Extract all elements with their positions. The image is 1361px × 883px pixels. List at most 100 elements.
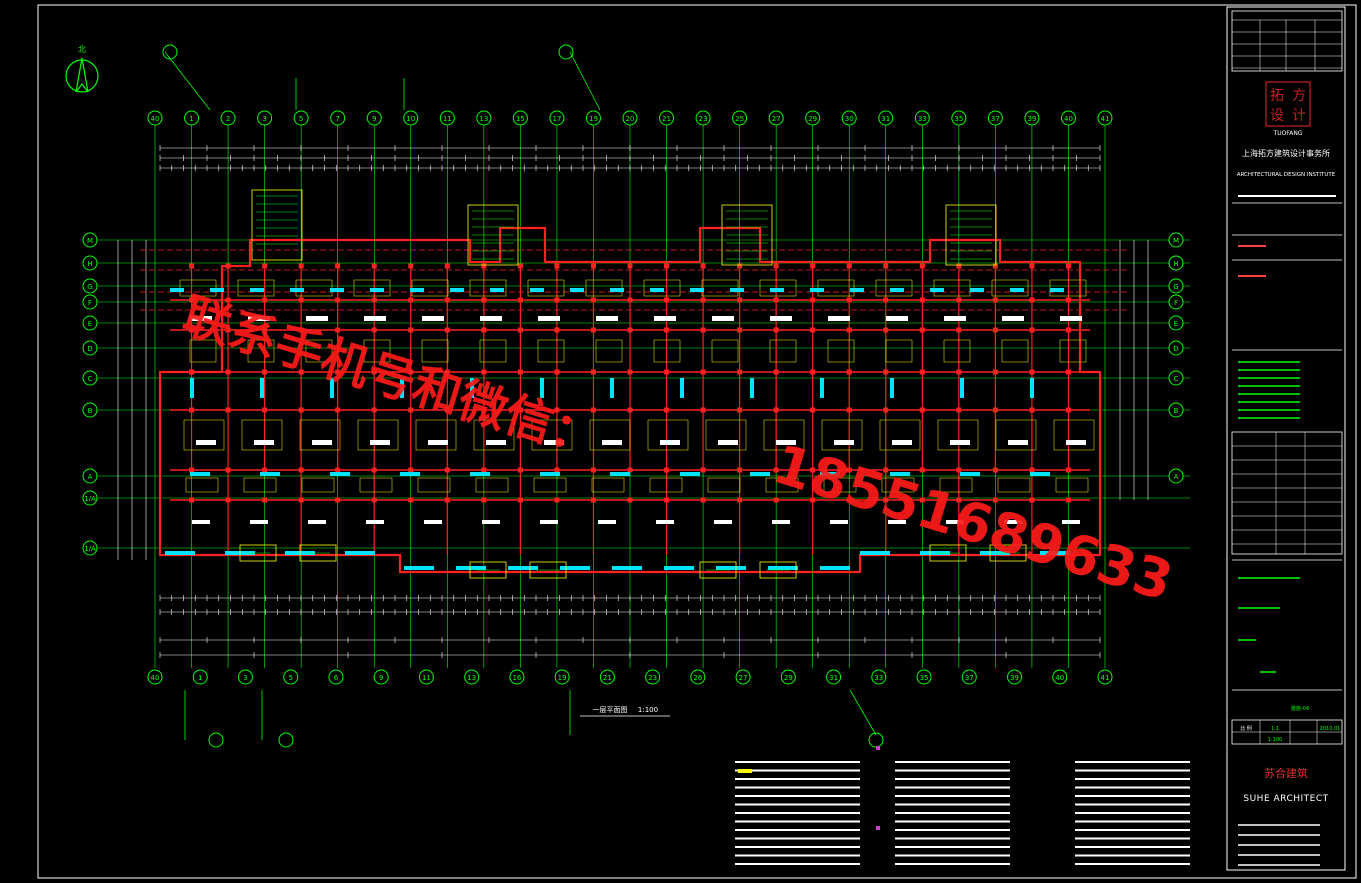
- fixture-outline: [711, 339, 739, 363]
- fixture-outline: [1053, 419, 1095, 451]
- column: [262, 407, 268, 413]
- column: [700, 263, 706, 269]
- axis-label-left: 1/A: [84, 545, 96, 553]
- column: [1065, 407, 1071, 413]
- column: [1029, 327, 1035, 333]
- column: [408, 467, 414, 473]
- axis-label-top: 1: [189, 115, 193, 123]
- column: [298, 407, 304, 413]
- room-label-tag: [538, 316, 560, 321]
- column: [956, 327, 962, 333]
- window: [330, 288, 344, 292]
- column: [335, 297, 341, 303]
- window: [290, 288, 304, 292]
- window: [250, 288, 264, 292]
- axis-label-bottom: 40: [1055, 674, 1064, 682]
- axis-label-right: B: [1174, 407, 1179, 415]
- window: [530, 288, 544, 292]
- column: [956, 467, 962, 473]
- column: [919, 327, 925, 333]
- column: [919, 297, 925, 303]
- fixture-outline: [591, 477, 625, 493]
- column: [189, 263, 195, 269]
- window: [410, 288, 424, 292]
- window: [820, 566, 850, 570]
- column: [262, 263, 268, 269]
- window: [610, 472, 630, 476]
- column: [846, 297, 852, 303]
- column: [773, 297, 779, 303]
- column: [262, 369, 268, 375]
- axis-label-bottom: 13: [467, 674, 476, 682]
- window: [470, 472, 490, 476]
- column: [517, 497, 523, 503]
- column: [919, 407, 925, 413]
- window: [260, 472, 280, 476]
- window: [850, 288, 864, 292]
- axis-label-bottom: 35: [920, 674, 929, 682]
- fixture-outline: [475, 477, 509, 493]
- window: [330, 472, 350, 476]
- column: [1065, 297, 1071, 303]
- window: [456, 566, 486, 570]
- column: [371, 467, 377, 473]
- axis-label-bottom: 19: [558, 674, 567, 682]
- axis-label-bottom: 23: [648, 674, 657, 682]
- fixture-outline: [1001, 339, 1029, 363]
- room-label-tag: [1066, 440, 1086, 445]
- window: [970, 288, 984, 292]
- column: [737, 369, 743, 375]
- axis-label-right: D: [1173, 345, 1178, 353]
- column: [773, 369, 779, 375]
- axis-label-bottom: 41: [1101, 674, 1110, 682]
- legend-swatch: [876, 826, 880, 830]
- legend-swatch: [738, 769, 752, 773]
- column: [371, 263, 377, 269]
- axis-label-top: 30: [845, 115, 854, 123]
- column: [1065, 263, 1071, 269]
- fixture-outline: [299, 419, 341, 451]
- window: [690, 288, 704, 292]
- fixture-outline: [647, 419, 689, 451]
- column: [481, 497, 487, 503]
- logo-en: TUOFANG: [1273, 130, 1303, 137]
- room-label-tag: [366, 520, 384, 524]
- room-label-tag: [1002, 316, 1024, 321]
- axis-label-top: 5: [299, 115, 303, 123]
- firm-name: 上海拓方建筑设计事务所: [1242, 148, 1330, 158]
- column: [481, 327, 487, 333]
- fixture-outline: [595, 339, 623, 363]
- room-label-tag: [312, 440, 332, 445]
- column: [554, 497, 560, 503]
- window: [750, 472, 770, 476]
- fixture-outline: [997, 477, 1031, 493]
- column: [664, 369, 670, 375]
- room-label-tag: [828, 316, 850, 321]
- room-label-tag: [892, 440, 912, 445]
- window: [860, 551, 890, 555]
- column: [408, 263, 414, 269]
- window: [610, 288, 624, 292]
- room-label-tag: [654, 316, 676, 321]
- window: [664, 566, 694, 570]
- axis-label-right: F: [1174, 299, 1178, 307]
- column: [810, 407, 816, 413]
- column: [773, 327, 779, 333]
- axis-label-bottom: 3: [243, 674, 247, 682]
- axis-label-right: M: [1173, 237, 1179, 245]
- axis-label-bottom: 39: [1010, 674, 1019, 682]
- axis-label-top: 27: [772, 115, 781, 123]
- axis-label-top: 21: [662, 115, 671, 123]
- column: [664, 497, 670, 503]
- axis-label-left: G: [87, 283, 92, 291]
- axis-label-top: 37: [991, 115, 1000, 123]
- window: [612, 566, 642, 570]
- column: [664, 327, 670, 333]
- room-label-tag: [540, 520, 558, 524]
- column: [700, 407, 706, 413]
- column: [517, 263, 523, 269]
- axis-label-bottom: 6: [334, 674, 339, 682]
- window: [1030, 472, 1050, 476]
- architect-name-en: SUHE ARCHITECT: [1243, 794, 1328, 804]
- column: [992, 263, 998, 269]
